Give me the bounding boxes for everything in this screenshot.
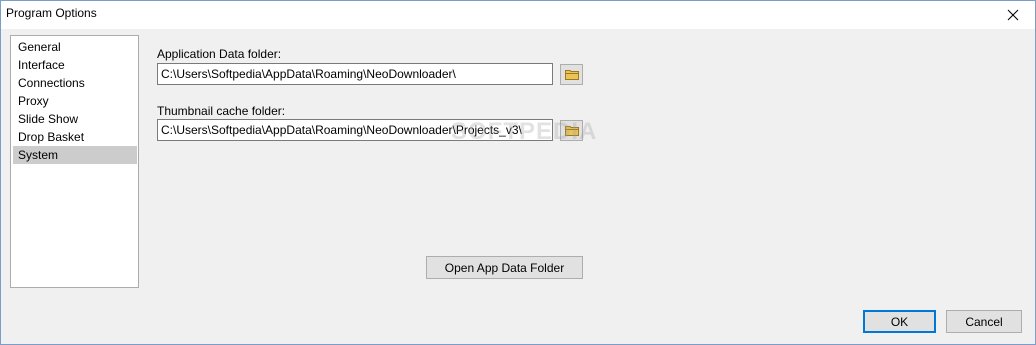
folder-icon (564, 70, 579, 80)
softpedia-watermark: SOFTPEDIA (451, 118, 598, 145)
program-options-dialog: Program Options General Interface Connec… (0, 0, 1036, 345)
options-category-list[interactable]: General Interface Connections Proxy Slid… (10, 35, 139, 288)
nav-item-system[interactable]: System (13, 146, 137, 164)
nav-item-interface[interactable]: Interface (13, 56, 137, 74)
close-icon (1007, 9, 1019, 21)
open-app-data-folder-button[interactable]: Open App Data Folder (426, 256, 583, 279)
thumbnail-cache-folder-label: Thumbnail cache folder: (157, 104, 286, 118)
app-data-folder-label: Application Data folder: (157, 47, 282, 61)
nav-item-connections[interactable]: Connections (13, 74, 137, 92)
close-button[interactable] (991, 1, 1035, 29)
nav-item-slide-show[interactable]: Slide Show (13, 110, 137, 128)
nav-item-proxy[interactable]: Proxy (13, 92, 137, 110)
nav-item-drop-basket[interactable]: Drop Basket (13, 128, 137, 146)
browse-app-data-button[interactable] (560, 64, 583, 85)
window-title: Program Options (6, 6, 97, 20)
ok-button[interactable]: OK (863, 310, 936, 333)
nav-item-general[interactable]: General (13, 38, 137, 56)
app-data-folder-input[interactable] (157, 63, 553, 85)
title-bar: Program Options (1, 1, 1035, 29)
cancel-button[interactable]: Cancel (946, 310, 1022, 333)
